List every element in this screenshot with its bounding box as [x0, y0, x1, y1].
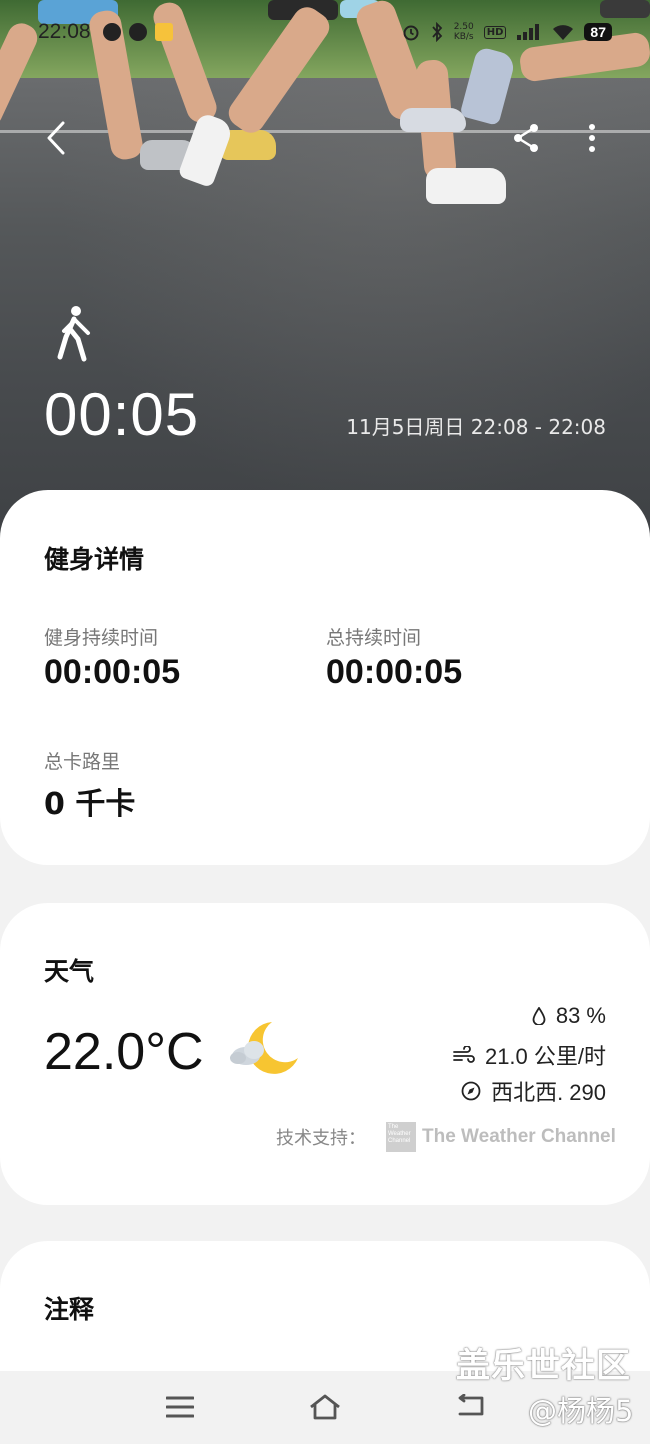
status-bar: 22:08 2.50 KB/s HD 87 — [0, 14, 650, 50]
home-icon — [310, 1394, 340, 1420]
wifi-icon — [553, 25, 574, 40]
more-options-button[interactable] — [570, 116, 614, 160]
cellular-signal-icon — [517, 24, 540, 40]
home-button[interactable] — [305, 1389, 345, 1425]
compass-icon — [461, 1081, 481, 1101]
total-duration-label: 总持续时间 — [326, 627, 422, 649]
wind-direction-value: 西北西. 290 — [491, 1080, 606, 1105]
back-button[interactable] — [34, 116, 78, 160]
weather-title: 天气 — [44, 957, 95, 986]
recent-apps-button[interactable] — [160, 1389, 200, 1425]
status-right-icons: 2.50 KB/s HD 87 — [402, 22, 612, 42]
notes-title: 注释 — [44, 1295, 95, 1324]
workout-date-range: 11月5日周日 22:08 - 22:08 — [346, 415, 606, 439]
share-icon — [514, 124, 538, 152]
temperature-value: 22.0°C — [44, 1023, 204, 1081]
share-button[interactable] — [504, 116, 548, 160]
status-time: 22:08 — [38, 20, 91, 43]
calories-value: 0 千卡 — [44, 787, 136, 822]
humidity-value: 83 % — [555, 1003, 606, 1028]
runner-shoe — [400, 108, 466, 132]
fitness-details-title: 健身详情 — [44, 545, 145, 574]
app-notification-icon — [102, 23, 121, 41]
system-back-button[interactable] — [450, 1389, 490, 1425]
alarm-icon — [403, 25, 419, 41]
wind-direction-row: 西北西. 290 — [461, 1075, 606, 1107]
watermark-username: @杨杨5 — [528, 1394, 634, 1428]
network-speed: 2.50 KB/s — [453, 22, 474, 42]
calories-label: 总卡路里 — [44, 751, 121, 773]
wind-speed-value: 21.0 公里/时 — [484, 1044, 606, 1069]
weather-provider-name[interactable]: The Weather Channel — [422, 1126, 616, 1148]
back-arrow-icon — [458, 1394, 484, 1416]
humidity-row: 83 % — [532, 1003, 606, 1029]
workout-duration-large: 00:05 — [44, 381, 200, 448]
walking-icon — [57, 306, 90, 362]
hero-road-background — [0, 78, 650, 560]
wind-speed-row: 21.0 公里/时 — [453, 1039, 606, 1071]
workout-duration-value: 00:00:05 — [44, 653, 181, 691]
runner-shoe — [426, 168, 506, 204]
weather-support-label: 技术支持： — [276, 1128, 366, 1149]
chevron-left-icon — [47, 121, 65, 155]
recent-apps-icon — [166, 1396, 194, 1418]
more-vertical-icon — [589, 124, 595, 152]
hero-track-line — [0, 130, 650, 133]
app-notification-icon — [128, 23, 147, 41]
weather-channel-logo: The Weather Channel — [386, 1122, 416, 1152]
notification-icons — [102, 23, 173, 41]
partly-cloudy-night-icon — [230, 1022, 298, 1074]
hero-header — [0, 0, 650, 560]
wind-icon — [453, 1046, 475, 1063]
watermark-text: 盖乐世社区 — [456, 1346, 631, 1386]
battery-indicator: 87 — [584, 23, 612, 41]
workout-duration-label: 健身持续时间 — [44, 627, 159, 649]
weibo-notification-icon — [154, 23, 173, 41]
weather-channel-logo-text: The Weather Channel — [388, 1124, 411, 1144]
humidity-drop-icon — [532, 1007, 546, 1025]
hd-voice-badge: HD — [483, 25, 507, 39]
bluetooth-icon — [432, 22, 442, 42]
total-duration-value: 00:00:05 — [326, 653, 463, 691]
